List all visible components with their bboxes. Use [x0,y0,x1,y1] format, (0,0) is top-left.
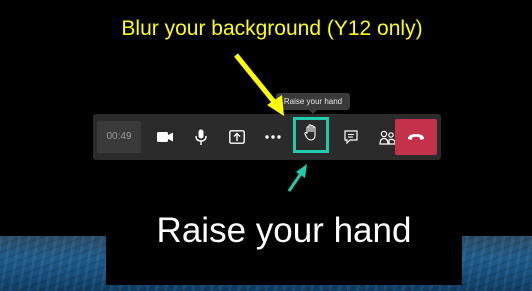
green-arrow [287,164,307,192]
meeting-stage: Blur your background (Y12 only) Raise yo… [0,0,532,291]
annotation-arrows [234,53,307,192]
yellow-arrow [234,53,284,116]
